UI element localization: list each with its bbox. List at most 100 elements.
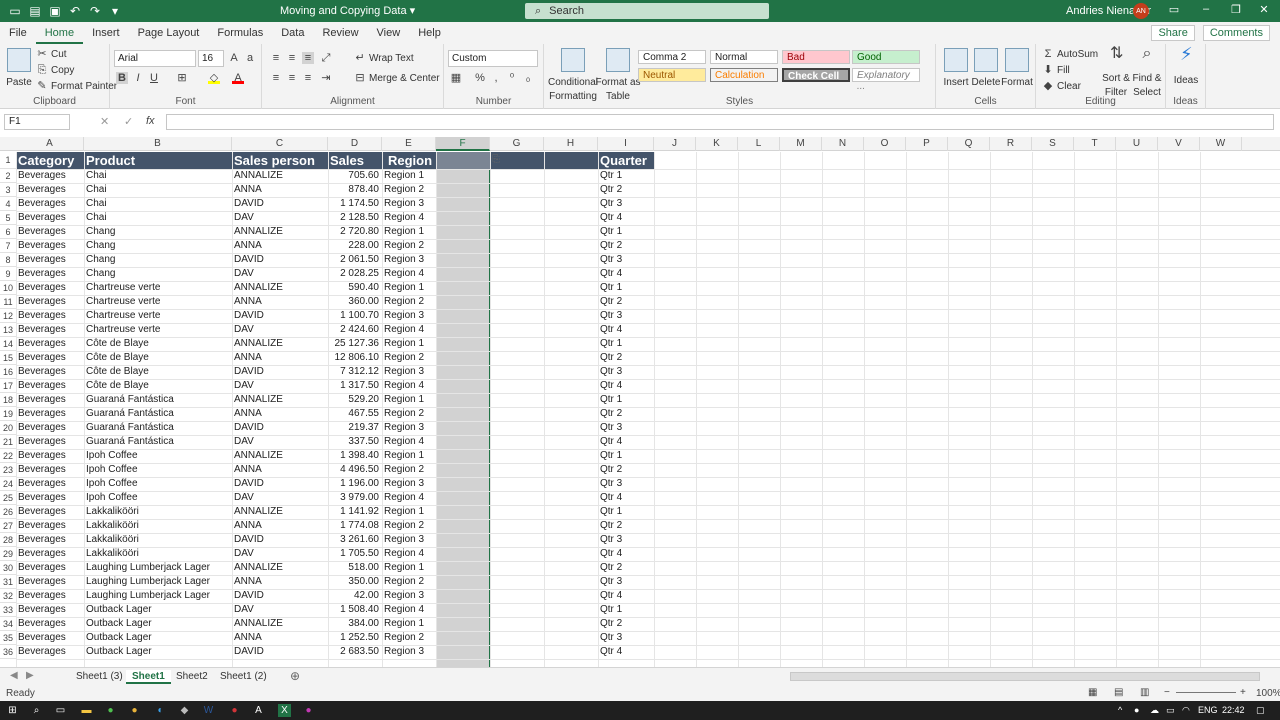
cell-region[interactable]: Region 3 [382,645,436,659]
cell-product[interactable]: Chartreuse verte [84,295,232,309]
zoom-out-icon[interactable]: − [1164,687,1170,698]
cell-region[interactable]: Region 4 [382,491,436,505]
cell-region[interactable]: Region 4 [382,603,436,617]
customize-icon[interactable]: ▾ [108,4,122,18]
maximize-icon[interactable]: ❐ [1228,3,1244,19]
align-right-button[interactable]: ≡ [302,72,314,84]
cell-product[interactable]: Lakkalikööri [84,547,232,561]
cell-sales[interactable]: 1 252.50 [328,631,382,645]
cell-product[interactable]: Outback Lager [84,645,232,659]
cell-quarter[interactable]: Qtr 1 [598,393,654,407]
cell-quarter[interactable]: Qtr 2 [598,463,654,477]
row-header[interactable]: 15 [0,351,16,365]
cell-category[interactable]: Beverages [16,365,84,379]
cell-quarter[interactable]: Qtr 2 [598,183,654,197]
row-header[interactable]: 8 [0,253,16,267]
style-normal[interactable]: Normal [710,50,778,64]
cell-category[interactable]: Beverages [16,463,84,477]
cell-sales[interactable]: 590.40 [328,281,382,295]
cell-sales[interactable]: 228.00 [328,239,382,253]
cell-salesperson[interactable]: DAV [232,547,328,561]
cell-product[interactable]: Lakkalikööri [84,533,232,547]
zoom-slider[interactable] [1176,692,1236,693]
sheet-tab[interactable]: Sheet1 (2) [220,670,267,684]
row-header[interactable]: 7 [0,239,16,253]
fill-color-button[interactable]: ◇ [208,72,220,84]
undo-icon[interactable]: ↶ [68,4,82,18]
cell-quarter[interactable]: Qtr 3 [598,533,654,547]
cell-sales[interactable]: 1 398.40 [328,449,382,463]
cell-product[interactable]: Lakkalikööri [84,505,232,519]
cell-salesperson[interactable]: ANNALIZE [232,505,328,519]
tab-page-layout[interactable]: Page Layout [129,22,209,44]
cell-sales[interactable]: 2 128.50 [328,211,382,225]
cell-salesperson[interactable]: DAV [232,491,328,505]
column-header-j[interactable]: J [654,137,696,151]
cell-product[interactable]: Chartreuse verte [84,281,232,295]
row-header[interactable]: 19 [0,407,16,421]
column-header-l[interactable]: L [738,137,780,151]
cell-quarter[interactable]: Qtr 2 [598,617,654,631]
cell-product[interactable]: Chai [84,197,232,211]
row-header[interactable]: 27 [0,519,16,533]
cell-sales[interactable]: 7 312.12 [328,365,382,379]
cell-salesperson[interactable]: ANNA [232,631,328,645]
cell-category[interactable]: Beverages [16,337,84,351]
wrap-text-button[interactable]: ↵ Wrap Text [354,52,413,64]
cell-category[interactable]: Beverages [16,547,84,561]
cell-salesperson[interactable]: ANNALIZE [232,225,328,239]
cell-region[interactable]: Region 1 [382,393,436,407]
column-header-m[interactable]: M [780,137,822,151]
cell-category[interactable]: Beverages [16,491,84,505]
cell-product[interactable]: Lakkalikööri [84,519,232,533]
cell-category[interactable]: Beverages [16,603,84,617]
cell-sales[interactable]: 705.60 [328,169,382,183]
cell-product[interactable]: Outback Lager [84,617,232,631]
cell-category[interactable]: Beverages [16,435,84,449]
row-header[interactable]: 17 [0,379,16,393]
column-header-u[interactable]: U [1116,137,1158,151]
column-header-h[interactable]: H [544,137,598,151]
cell-sales[interactable]: 529.20 [328,393,382,407]
find-select-button[interactable]: ⌕ Find & Select [1132,46,1162,99]
row-header[interactable]: 9 [0,267,16,281]
column-header-t[interactable]: T [1074,137,1116,151]
zoom-level[interactable]: 100% [1256,688,1280,699]
cell-region[interactable]: Region 1 [382,281,436,295]
cell-region[interactable]: Region 1 [382,561,436,575]
cell-category[interactable]: Beverages [16,589,84,603]
edge-icon[interactable]: ◐ [154,704,167,717]
cell-quarter[interactable]: Qtr 3 [598,365,654,379]
file-explorer-icon[interactable]: ▬ [80,704,93,717]
cell-region[interactable]: Region 1 [382,505,436,519]
cell-quarter[interactable]: Qtr 2 [598,351,654,365]
cell-quarter[interactable]: Qtr 4 [598,267,654,281]
cell-salesperson[interactable]: ANNALIZE [232,393,328,407]
fill-button[interactable]: ⬇ Fill [1042,64,1069,76]
cell-product[interactable]: Ipoh Coffee [84,491,232,505]
column-header-p[interactable]: P [906,137,948,151]
cell-quarter[interactable]: Qtr 4 [598,589,654,603]
cell-quarter[interactable]: Qtr 1 [598,505,654,519]
cell-salesperson[interactable]: DAV [232,323,328,337]
column-header-i[interactable]: I [598,137,654,151]
cell-sales[interactable]: 360.00 [328,295,382,309]
cloud-icon[interactable]: ☁ [1150,705,1159,716]
cell-salesperson[interactable]: ANNA [232,519,328,533]
cell-quarter[interactable]: Qtr 1 [598,225,654,239]
row-header[interactable]: 29 [0,547,16,561]
cell-product[interactable]: Chang [84,267,232,281]
cell-salesperson[interactable]: ANNA [232,295,328,309]
cell-salesperson[interactable]: DAVID [232,253,328,267]
row-header[interactable]: 20 [0,421,16,435]
orientation-button[interactable]: ⤢ [320,52,332,64]
cell-category[interactable]: Beverages [16,421,84,435]
row-header[interactable]: 6 [0,225,16,239]
add-sheet-icon[interactable]: ⊕ [290,669,300,683]
bold-button[interactable]: B [116,72,128,84]
page-break-icon[interactable]: ▥ [1140,687,1149,698]
column-header-o[interactable]: O [864,137,906,151]
cell-salesperson[interactable]: DAVID [232,309,328,323]
cell-region[interactable]: Region 2 [382,239,436,253]
cell-quarter[interactable]: Qtr 2 [598,295,654,309]
